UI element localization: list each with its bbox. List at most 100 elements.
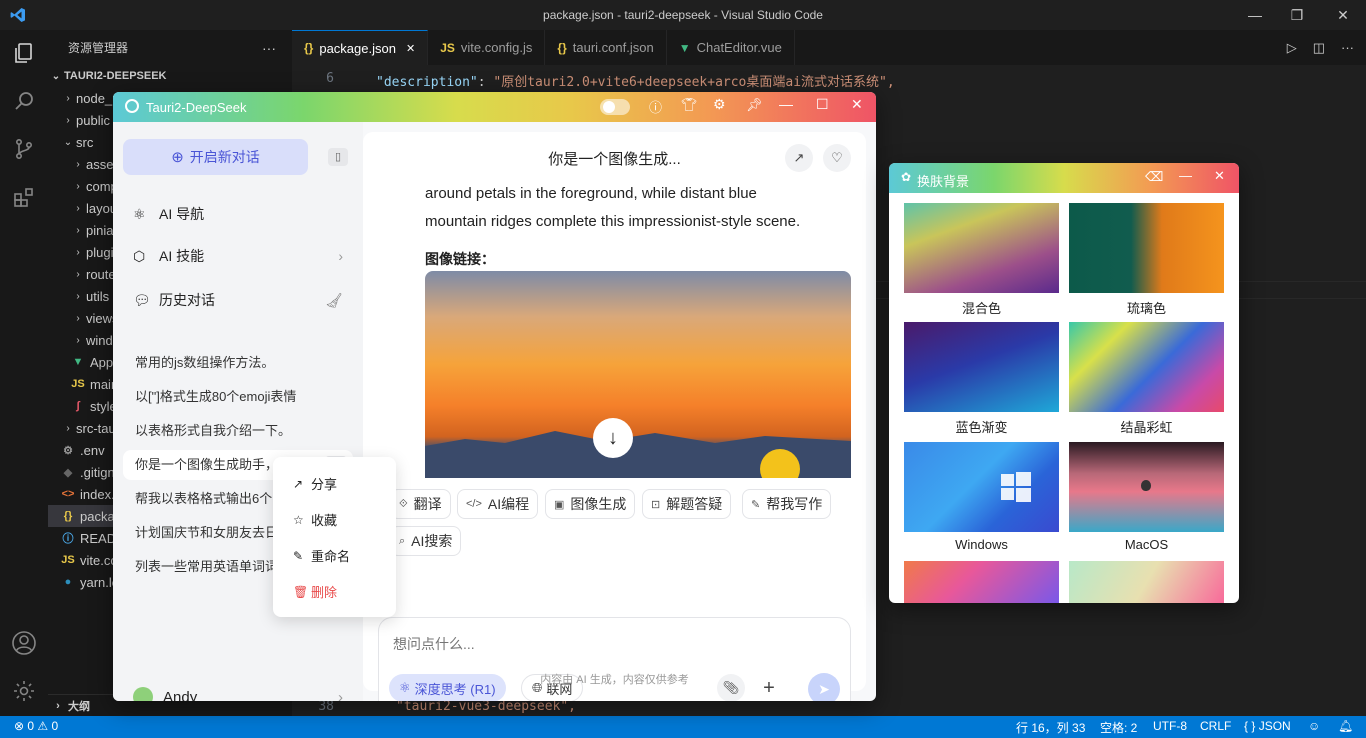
context-menu-item[interactable]: ☆ 收藏 xyxy=(293,510,337,529)
editor-tab[interactable]: {} package.json ✕ xyxy=(292,30,429,65)
history-label: 以表格形式自我介绍一下。 xyxy=(135,423,292,438)
new-chat-button[interactable]: ⊕ 开启新对话 xyxy=(123,139,308,175)
explorer-icon[interactable] xyxy=(8,37,40,69)
skill-label: 图像生成 xyxy=(570,496,627,512)
skin-thumb-blue-gradient[interactable] xyxy=(904,322,1059,412)
skill-chip[interactable]: </> AI编程 xyxy=(457,489,539,519)
skill-chip[interactable]: ▣ 图像生成 xyxy=(545,489,636,519)
skill-chip[interactable]: ✎ 帮我写作 xyxy=(742,489,832,519)
quiz-icon: ⊡ xyxy=(651,498,661,511)
extensions-icon[interactable] xyxy=(8,181,40,213)
tree-item-label: pinia xyxy=(86,222,114,238)
feedback-icon[interactable]: ☺ xyxy=(1308,719,1320,733)
minimize-icon[interactable]: — xyxy=(1232,0,1278,30)
skin-thumb-mixed[interactable] xyxy=(904,203,1059,293)
encoding[interactable]: UTF-8 xyxy=(1153,719,1187,733)
settings-icon[interactable]: ⚙ xyxy=(713,96,726,113)
more-actions-icon[interactable]: ··· xyxy=(262,40,276,56)
skin-thumb-glaze[interactable] xyxy=(1069,203,1224,293)
chevron-down-icon: ⌄ xyxy=(51,70,61,82)
edit-icon: ✎ xyxy=(293,548,304,563)
chevron-right-icon: › xyxy=(338,248,343,264)
download-icon[interactable]: ↓ xyxy=(593,418,633,458)
history-item[interactable]: 以["]格式生成80个emoji表情 xyxy=(123,382,353,412)
tab-label: vite.config.js xyxy=(460,40,533,55)
menu-label: 收藏 xyxy=(311,513,338,528)
message-line: around petals in the foreground, while d… xyxy=(425,185,757,202)
skin-titlebar: ✿ 换肤背景 ⌫ — ✕ xyxy=(889,163,1239,193)
source-control-icon[interactable] xyxy=(8,133,40,165)
account-icon[interactable] xyxy=(8,627,40,659)
skin-thumb-extra[interactable] xyxy=(904,561,1059,603)
close-icon[interactable]: ✕ xyxy=(1214,168,1225,184)
search-icon[interactable] xyxy=(8,85,40,117)
info-icon[interactable]: ⓘ xyxy=(649,97,662,116)
editor-tab[interactable]: JS vite.config.js xyxy=(428,30,546,65)
env-file-icon: ⚙ xyxy=(63,444,73,457)
maximize-icon[interactable]: ☐ xyxy=(816,96,829,113)
skill-chip[interactable]: ⟐ 翻译 xyxy=(390,489,451,519)
palette-icon: ✿ xyxy=(901,170,912,184)
skin-thumb-windows[interactable] xyxy=(904,442,1059,532)
language-mode[interactable]: { } JSON xyxy=(1244,719,1291,733)
line-ending[interactable]: CRLF xyxy=(1200,719,1231,733)
cursor-position[interactable]: 行 16，列 33 xyxy=(1016,719,1085,736)
history-item[interactable]: 以表格形式自我介绍一下。 xyxy=(123,416,353,446)
problems-indicator[interactable]: ⊗ 0 ⚠ 0 xyxy=(14,719,58,733)
menu-label: 删除 xyxy=(311,585,338,600)
nav-history[interactable]: 💬︎ 历史对话 🧹︎ xyxy=(133,290,343,310)
share-icon[interactable]: ↗ xyxy=(785,144,813,172)
restore-icon[interactable]: ❐ xyxy=(1274,0,1320,30)
editor-tab[interactable]: {} tauri.conf.json xyxy=(545,30,667,65)
avatar xyxy=(133,687,153,701)
nav-ai-skills[interactable]: ⬡ AI 技能 › xyxy=(133,246,343,266)
indentation[interactable]: 空格: 2 xyxy=(1100,719,1137,736)
bell-icon[interactable]: 🔔︎ xyxy=(1338,719,1353,733)
close-icon[interactable]: ✕ xyxy=(1320,0,1366,30)
json-value: "原创tauri2.0+vite6+deepseek+arco桌面端ai流式对话… xyxy=(493,75,895,90)
generated-image[interactable]: ↓ xyxy=(425,271,851,478)
skin-thumb-extra[interactable] xyxy=(1069,561,1224,603)
editor-tab[interactable]: ▼ ChatEditor.vue xyxy=(666,30,795,65)
skin-icon[interactable]: 👕︎ xyxy=(681,97,698,113)
skill-chip[interactable]: ⊡ 解题答疑 xyxy=(642,489,732,519)
theme-toggle[interactable] xyxy=(600,99,630,115)
nav-ai-navigation[interactable]: ⚛ AI 导航 xyxy=(133,204,204,224)
history-item[interactable]: 常用的js数组操作方法。 xyxy=(123,348,353,378)
context-menu-item[interactable]: ↗ 分享 xyxy=(293,474,337,493)
more-actions-icon[interactable]: ··· xyxy=(1341,40,1354,55)
project-root[interactable]: ⌄ TAURI2-DEEPSEEK xyxy=(48,65,292,87)
minimize-icon[interactable]: — xyxy=(779,96,793,112)
json-file-icon: {} xyxy=(557,40,567,55)
json-file-icon: {} xyxy=(304,41,314,55)
close-icon[interactable]: ✕ xyxy=(851,96,863,113)
context-menu-item[interactable]: ✎ 重命名 xyxy=(293,546,350,565)
collapse-sidebar-icon[interactable]: ▯ xyxy=(328,148,348,166)
user-profile[interactable]: Andy › xyxy=(133,687,343,701)
split-editor-icon[interactable]: ◫ xyxy=(1313,40,1325,56)
skin-window: ✿ 换肤背景 ⌫ — ✕ 混合色 琉璃色 蓝色渐变 结晶彩虹 Windows M… xyxy=(889,163,1239,603)
skin-thumb-crystal-rainbow[interactable] xyxy=(1069,322,1224,412)
write-icon: ✎ xyxy=(751,498,761,511)
chevron-right-icon: › xyxy=(76,268,80,280)
chat-input[interactable] xyxy=(393,632,833,656)
close-tab-icon[interactable]: ✕ xyxy=(406,42,415,55)
run-icon[interactable]: ▷ xyxy=(1287,40,1297,56)
eraser-icon[interactable]: ⌫ xyxy=(1145,169,1163,185)
settings-gear-icon[interactable] xyxy=(8,675,40,707)
pin-icon[interactable]: 📌︎ xyxy=(746,97,763,113)
json-key: "description" xyxy=(376,75,478,90)
html-file-icon: <> xyxy=(61,488,75,500)
skill-chip[interactable]: ⌕ AI搜索 xyxy=(390,526,462,556)
skill-label: 帮我写作 xyxy=(766,496,823,512)
heart-icon[interactable]: ♡ xyxy=(823,144,851,172)
skin-thumb-macos[interactable] xyxy=(1069,442,1224,532)
context-menu-item[interactable]: 🗑︎ 删除 xyxy=(293,582,337,601)
tab-list: {} package.json ✕ JS vite.config.js {} tauri.c… xyxy=(292,30,795,65)
chevron-right-icon: › xyxy=(76,224,80,236)
skin-title: 换肤背景 xyxy=(917,174,970,189)
js-file-icon: JS xyxy=(71,378,85,390)
clear-icon[interactable]: 🧹︎ xyxy=(325,292,343,309)
minimize-icon[interactable]: — xyxy=(1179,168,1192,183)
chat-panel: 你是一个图像生成... ↗ ♡ around petals in the for… xyxy=(363,132,866,701)
